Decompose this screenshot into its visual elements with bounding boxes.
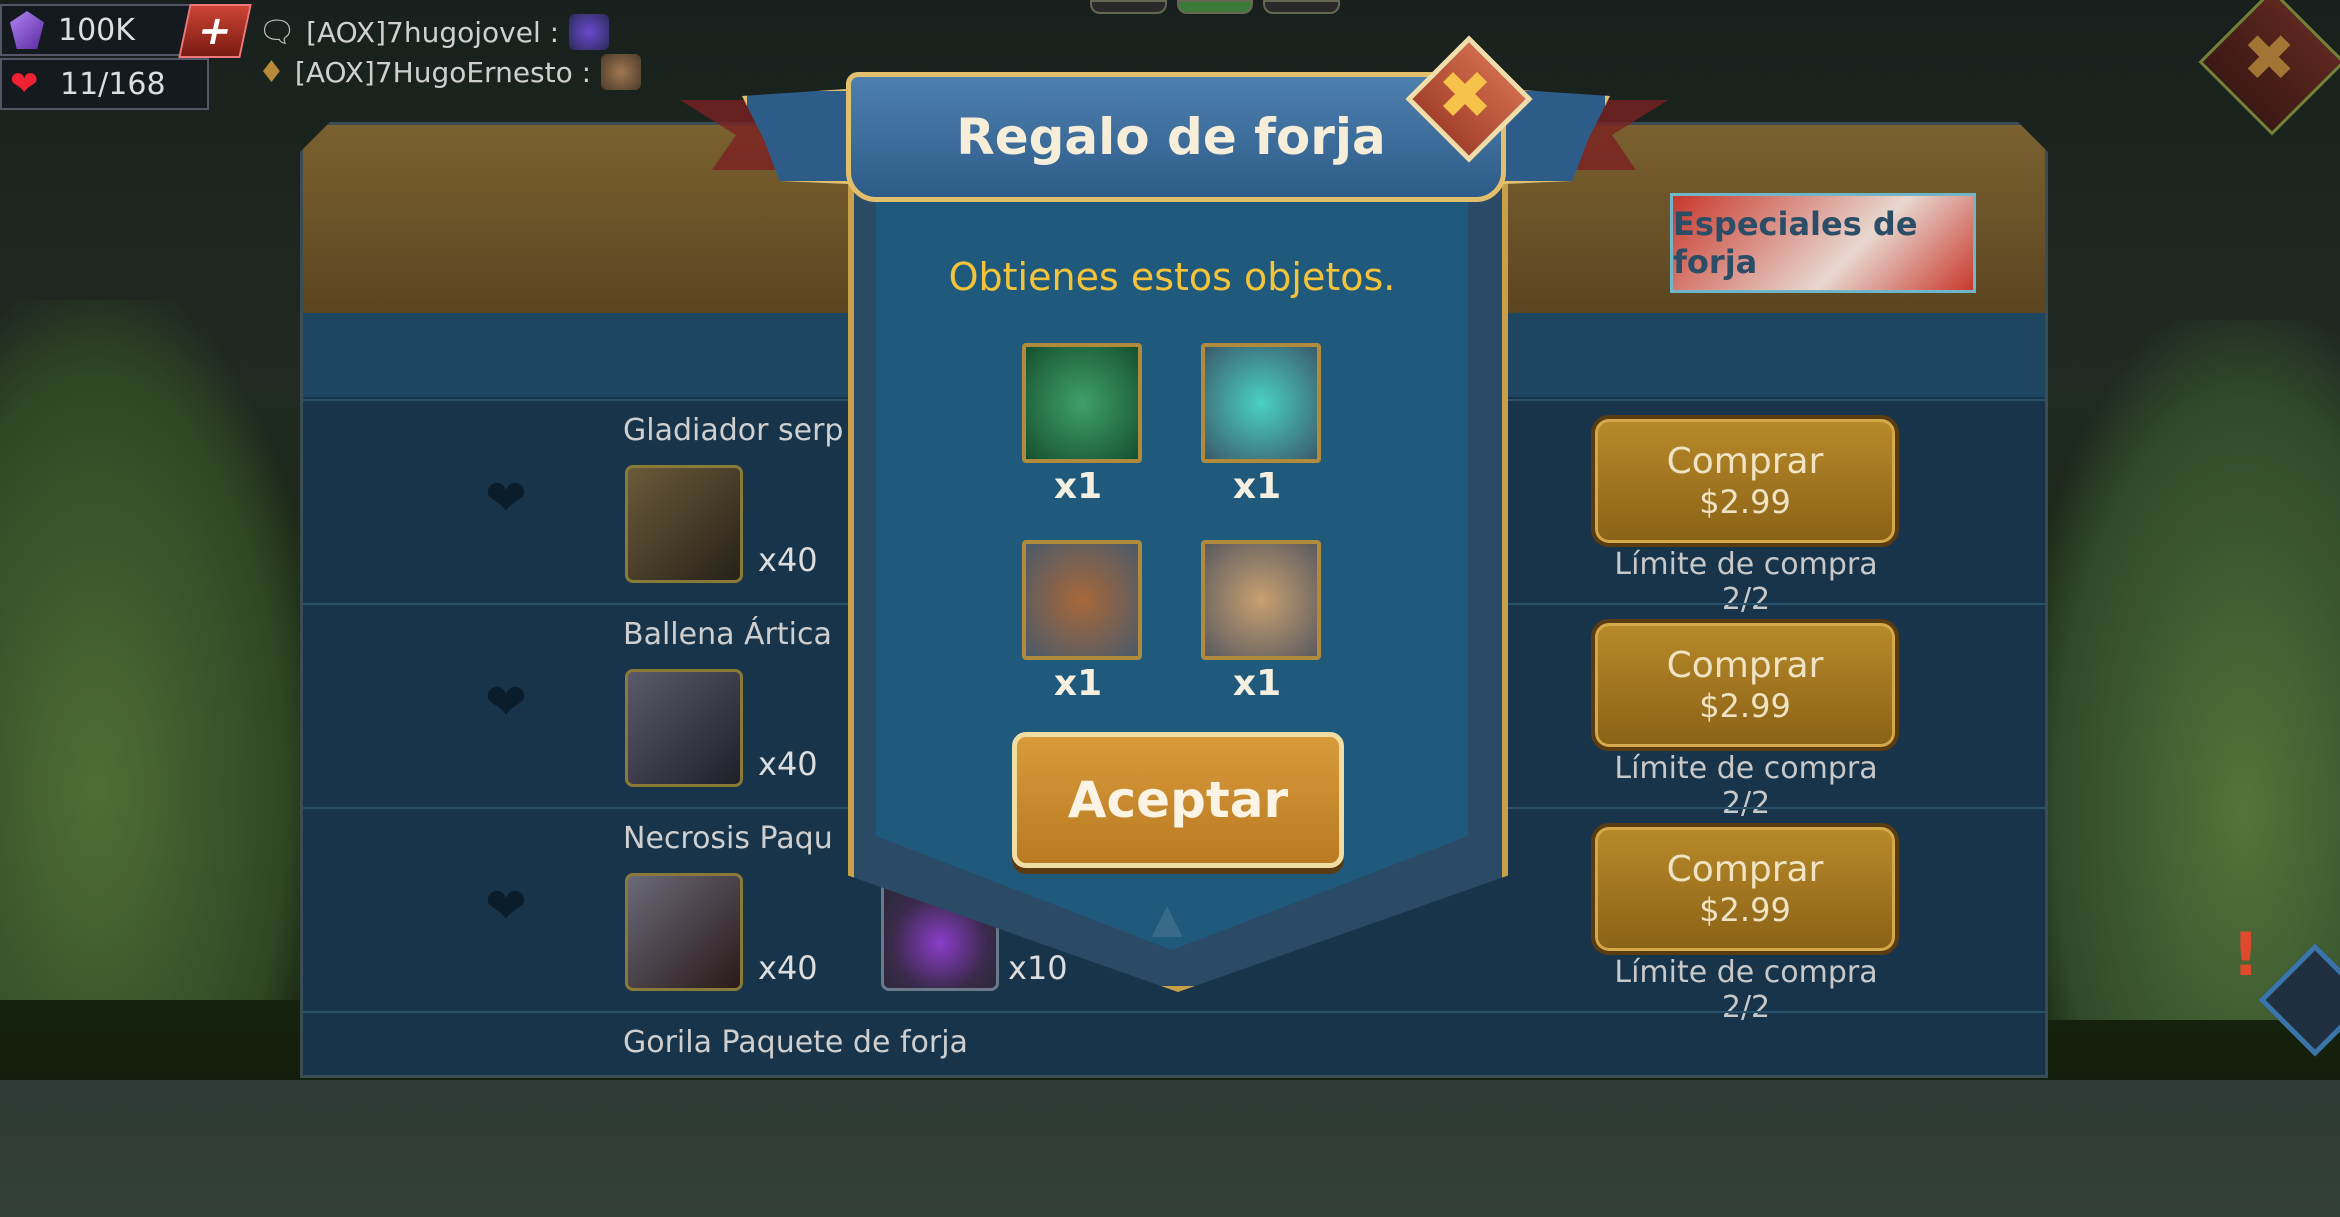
reward-message: Obtienes estos objetos. bbox=[948, 255, 1396, 299]
page-dot-active bbox=[1176, 0, 1254, 14]
chat-line-1[interactable]: 🗨 [AOX]7hugojovel : bbox=[258, 14, 610, 50]
favorite-heart-icon[interactable]: ❤ bbox=[485, 469, 527, 527]
pack-name: Necrosis Paqu bbox=[623, 821, 833, 856]
buy-label: Comprar bbox=[1666, 645, 1824, 687]
scenery-right bbox=[2020, 320, 2340, 1020]
shield-emblem-icon: ▲ bbox=[1151, 896, 1183, 942]
green-doll-icon[interactable] bbox=[1022, 343, 1142, 463]
modal-title: Regalo de forja bbox=[956, 108, 1386, 166]
chat-bubble-icon: 🗨 bbox=[258, 14, 297, 50]
add-gems-button[interactable]: + bbox=[178, 4, 252, 58]
buy-label: Comprar bbox=[1666, 849, 1824, 891]
gem-counter: 100K bbox=[0, 4, 194, 56]
chest-icon[interactable] bbox=[625, 873, 743, 991]
chat-name: [AOX]7hugojovel : bbox=[306, 15, 560, 49]
teal-amulet-icon[interactable] bbox=[1201, 343, 1321, 463]
page-indicator bbox=[1090, 0, 1341, 14]
forge-specials-button[interactable]: Especiales de forja bbox=[1670, 193, 1976, 293]
store-row: Gorila Paquete de forja bbox=[303, 1011, 2045, 1217]
pack-name: Gorila Paquete de forja bbox=[623, 1025, 968, 1060]
buy-price: $2.99 bbox=[1699, 891, 1791, 930]
chat-name: [AOX]7HugoErnesto : bbox=[294, 55, 592, 89]
buy-button[interactable]: Comprar $2.99 bbox=[1591, 823, 1899, 955]
chat-line-2[interactable]: ♦ [AOX]7HugoErnesto : bbox=[258, 54, 642, 90]
buy-button[interactable]: Comprar $2.99 bbox=[1591, 619, 1899, 751]
close-icon: ✖ bbox=[2242, 22, 2296, 96]
chat-avatar-icon bbox=[569, 14, 610, 50]
item-quantity: x10 bbox=[1008, 949, 1068, 987]
pack-name: Gladiador serp bbox=[623, 413, 844, 448]
page-dot bbox=[1090, 0, 1167, 14]
heart-icon: ❤ bbox=[10, 64, 39, 104]
buy-button[interactable]: Comprar $2.99 bbox=[1591, 415, 1899, 547]
gem-value: 100K bbox=[58, 12, 135, 48]
scenery-left bbox=[0, 300, 320, 1000]
scroll-tome-icon[interactable] bbox=[1201, 540, 1321, 660]
reward-qty: x1 bbox=[1232, 466, 1282, 507]
guild-wings-icon: ♦ bbox=[258, 54, 285, 90]
favorite-heart-icon[interactable]: ❤ bbox=[485, 673, 527, 731]
wooden-artifact-icon[interactable] bbox=[1022, 540, 1142, 660]
buy-price: $2.99 bbox=[1699, 483, 1791, 522]
pack-name: Ballena Ártica bbox=[623, 617, 832, 652]
chest-icon[interactable] bbox=[625, 669, 743, 787]
stamina-counter: ❤ 11/168 bbox=[0, 58, 209, 110]
item-quantity: x40 bbox=[758, 541, 818, 579]
buy-price: $2.99 bbox=[1699, 687, 1791, 726]
page-dot bbox=[1263, 0, 1341, 14]
alert-icon[interactable]: ! bbox=[2232, 920, 2282, 990]
item-quantity: x40 bbox=[758, 745, 818, 783]
reward-qty: x1 bbox=[1232, 663, 1282, 704]
stamina-value: 11/168 bbox=[60, 66, 166, 102]
close-icon: ✖ bbox=[1437, 56, 1493, 134]
modal-close-button[interactable]: ✖ bbox=[1405, 35, 1533, 163]
reward-qty: x1 bbox=[1053, 466, 1103, 507]
favorite-heart-icon[interactable]: ❤ bbox=[485, 877, 527, 935]
buy-button[interactable] bbox=[1591, 1147, 1899, 1215]
item-quantity: x40 bbox=[758, 949, 818, 987]
chat-avatar-icon bbox=[601, 54, 642, 90]
reward-qty: x1 bbox=[1053, 663, 1103, 704]
accept-button[interactable]: Aceptar bbox=[1012, 732, 1344, 868]
buy-label: Comprar bbox=[1666, 441, 1824, 483]
chest-icon[interactable] bbox=[625, 465, 743, 583]
gem-icon bbox=[10, 11, 44, 49]
